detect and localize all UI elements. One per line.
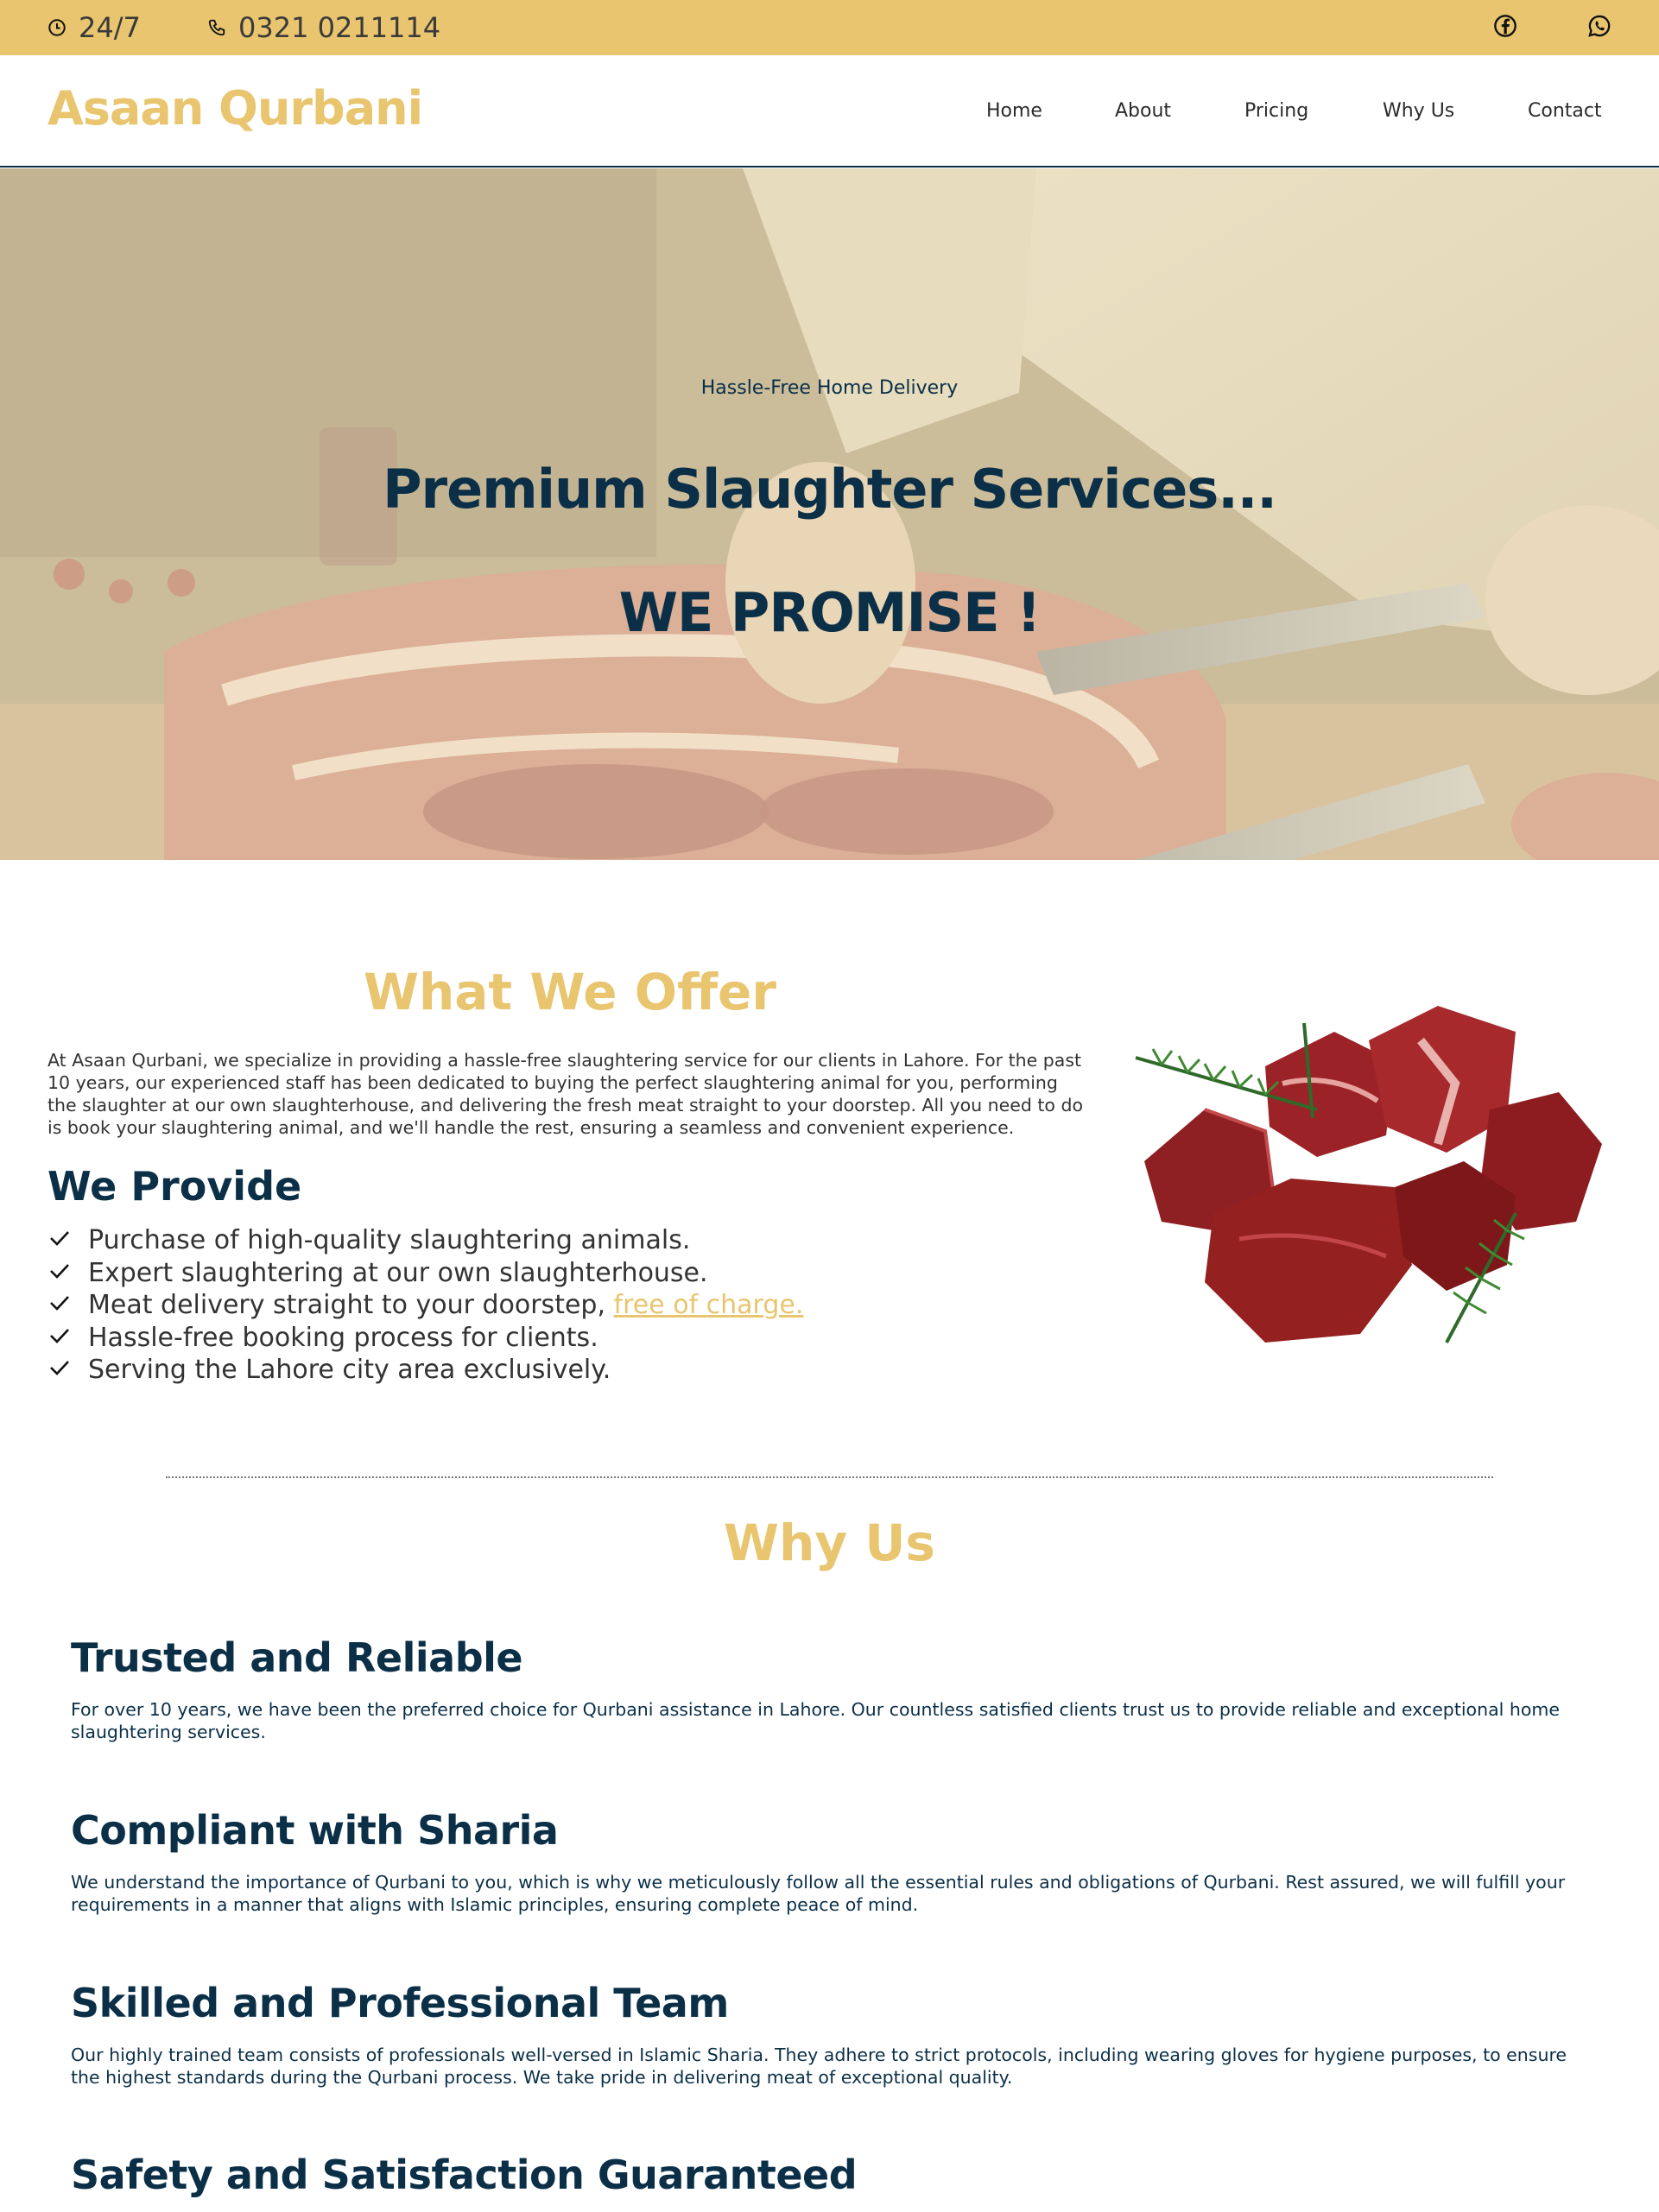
hours-text: 24/7 — [79, 11, 141, 44]
nav-contact[interactable]: Contact — [1528, 100, 1602, 122]
nav-pricing[interactable]: Pricing — [1244, 100, 1308, 122]
check-icon — [50, 1361, 69, 1376]
offer-description: At Asaan Qurbani, we specialize in provi… — [47, 1050, 1084, 1138]
site-logo[interactable]: Asaan Qurbani — [47, 81, 423, 136]
why-item-heading: Compliant with Sharia — [71, 1807, 559, 1854]
provide-item-text: Expert slaughtering at our own slaughter… — [88, 1257, 708, 1288]
check-icon — [50, 1231, 69, 1246]
offer-heading: What We Offer — [364, 963, 776, 1021]
hero-subtitle: Hassle-Free Home Delivery — [700, 377, 959, 399]
clock-icon — [48, 19, 66, 36]
nav-about[interactable]: About — [1115, 100, 1171, 122]
why-item-text: Our highly trained team consists of prof… — [71, 2045, 1567, 2088]
why-item-trusted: Trusted and Reliable For over 10 years, … — [71, 1634, 1591, 1743]
why-item-text: For over 10 years, we have been the pref… — [71, 1699, 1560, 1742]
list-item: Serving the Lahore city area exclusively… — [47, 1354, 1092, 1387]
why-item-team: Skilled and Professional Team Our highly… — [71, 1980, 1591, 2089]
phone-text: 0321 0211114 — [238, 11, 441, 44]
check-icon — [50, 1296, 69, 1311]
phone-info[interactable]: 0321 0211114 — [207, 0, 440, 55]
provide-item-text: Hassle-free booking process for clients. — [88, 1322, 598, 1353]
list-item: Meat delivery straight to your doorstep,… — [47, 1289, 1092, 1322]
provide-item-text: Meat delivery straight to your doorstep, — [88, 1290, 614, 1321]
why-item-heading: Safety and Satisfaction Guaranteed — [71, 2152, 858, 2198]
provide-list: Purchase of high-quality slaughtering an… — [47, 1224, 1092, 1387]
hours-info: 24/7 — [47, 0, 141, 55]
check-icon — [50, 1263, 69, 1279]
provide-item-text: Serving the Lahore city area exclusively… — [88, 1355, 611, 1386]
list-item: Expert slaughtering at our own slaughter… — [47, 1257, 1092, 1290]
hero-promise: WE PROMISE ! — [618, 581, 1042, 644]
phone-icon — [208, 19, 225, 36]
why-us-heading: Why Us — [724, 1514, 935, 1572]
list-item: Hassle-free booking process for clients. — [47, 1322, 1092, 1355]
nav-home[interactable]: Home — [986, 100, 1042, 122]
site-header: Asaan Qurbani Home About Pricing Why Us … — [0, 55, 1659, 167]
why-item-heading: Trusted and Reliable — [71, 1634, 523, 1681]
provide-item-text: Purchase of high-quality slaughtering an… — [88, 1225, 691, 1255]
meat-cubes-image — [1135, 1006, 1602, 1343]
hero-section: Hassle-Free Home Delivery Premium Slaugh… — [0, 168, 1659, 860]
facebook-icon[interactable] — [1493, 14, 1517, 38]
section-divider — [166, 1476, 1493, 1478]
why-item-safety: Safety and Satisfaction Guaranteed — [71, 2152, 1591, 2198]
hero-title: Premium Slaughter Services... — [383, 458, 1277, 521]
list-item: Purchase of high-quality slaughtering an… — [47, 1224, 1092, 1257]
why-item-text: We understand the importance of Qurbani … — [71, 1872, 1566, 1915]
free-of-charge-link[interactable]: free of charge. — [614, 1290, 804, 1320]
why-item-heading: Skilled and Professional Team — [71, 1980, 729, 2026]
nav-why-us[interactable]: Why Us — [1383, 100, 1454, 122]
why-item-sharia: Compliant with Sharia We understand the … — [71, 1807, 1591, 1916]
provide-heading: We Provide — [47, 1163, 302, 1210]
check-icon — [50, 1328, 69, 1343]
whatsapp-icon[interactable] — [1587, 14, 1612, 38]
top-bar: 24/7 0321 0211114 — [0, 0, 1659, 55]
